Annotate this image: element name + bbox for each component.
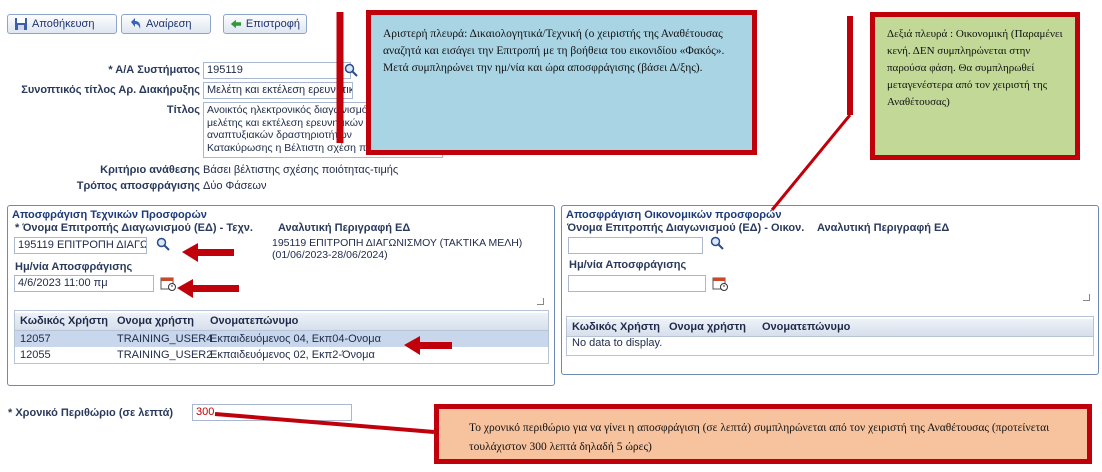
award-criterion-value: Βάσει βέλτιστης σχέσης ποιότητας-τιμής xyxy=(203,164,399,176)
fin-committee-input[interactable] xyxy=(568,237,703,254)
award-criterion-label: Κριτήριο ανάθεσης xyxy=(100,164,200,176)
search-icon[interactable] xyxy=(710,236,724,250)
column-header[interactable]: Ονομα χρήστη xyxy=(117,315,194,327)
tech-date-label: Ημ/νία Αποσφράγισης xyxy=(15,261,133,273)
calendar-icon[interactable] xyxy=(712,275,728,291)
column-header[interactable]: Κωδικός Χρήστη xyxy=(572,321,660,333)
short-title-label: Συνοπτικός τίτλος Αρ. Διακήρυξης xyxy=(21,84,200,96)
full-name-cell: Εκπαιδευόμενος 02, Εκπ2-Όνομα xyxy=(210,349,375,361)
right-side-callout: Δεξιά πλευρά : Οικονομική (Παραμένει κεν… xyxy=(870,12,1080,160)
back-arrow-icon xyxy=(230,19,242,29)
system-id-input[interactable]: 195119 xyxy=(203,62,351,79)
fin-members-table: Κωδικός Χρήστη Ονομα χρήστη Ονοματεπώνυμ… xyxy=(566,316,1094,356)
save-button-label: Αποθήκευση xyxy=(32,18,95,30)
table-row[interactable]: 12055 TRAINING_USER2 Εκπαιδευόμενος 02, … xyxy=(15,347,548,363)
pointer-arrow xyxy=(177,279,239,298)
table-header: Κωδικός Χρήστη Ονομα χρήστη Ονοματεπώνυμ… xyxy=(567,319,1093,337)
back-button-label: Επιστροφή xyxy=(245,18,300,30)
column-header[interactable]: Κωδικός Χρήστη xyxy=(20,315,108,327)
user-code-cell: 12055 xyxy=(20,349,51,361)
time-margin-label: * Χρονικό Περιθώριο (σε λεπτά) xyxy=(8,407,174,419)
tech-desc-label: Αναλυτική Περιγραφή ΕΔ xyxy=(278,222,411,234)
tech-members-table: Κωδικός Χρήστη Ονομα χρήστη Ονοματεπώνυμ… xyxy=(14,310,549,364)
undo-button-label: Αναίρεση xyxy=(146,18,192,30)
bottom-callout: Το χρονικό περιθώριο για να γίνει η αποσ… xyxy=(434,404,1092,464)
connector-line xyxy=(770,114,852,211)
pointer-arrow xyxy=(182,243,234,262)
tech-date-input[interactable]: 4/6/2023 11:00 πμ xyxy=(14,275,154,292)
technical-unsealing-panel: Αποσφράγιση Τεχνικών Προσφορών * Όνομα Ε… xyxy=(7,205,555,386)
left-side-callout: Αριστερή πλευρά: Δικαιολογητικά/Τεχνική … xyxy=(366,10,757,155)
save-button[interactable]: Αποθήκευση xyxy=(7,14,117,34)
calendar-icon[interactable] xyxy=(160,275,176,291)
undo-button[interactable]: Αναίρεση xyxy=(121,14,211,34)
time-margin-input[interactable]: 300 xyxy=(192,404,352,421)
panel-title: Αποσφράγιση Οικονομικών προσφορών xyxy=(566,209,782,221)
fin-desc-label: Αναλυτική Περιγραφή ΕΔ xyxy=(817,222,950,234)
resize-handle[interactable] xyxy=(1083,294,1090,301)
floppy-disk-icon xyxy=(15,18,27,30)
panel-title: Αποσφράγιση Τεχνικών Προσφορών xyxy=(12,209,207,221)
fin-date-input[interactable] xyxy=(568,275,706,292)
column-header[interactable]: Ονομα χρήστη xyxy=(669,321,746,333)
fin-committee-label: Όνομα Επιτροπής Διαγωνισμού (ΕΔ) - Οικον… xyxy=(567,222,805,234)
table-row[interactable]: 12057 TRAINING_USER4 Εκπαιδευόμενος 04, … xyxy=(15,331,548,347)
tech-desc-line: 195119 ΕΠΙΤΡΟΠΗ ΔΙΑΓΩΝΙΣΜΟΥ (ΤΑΚΤΙΚΑ ΜΕΛ… xyxy=(272,237,523,249)
system-id-label: * Α/Α Συστήματος xyxy=(108,64,200,76)
pointer-arrow xyxy=(404,336,452,355)
unsealing-method-value: Δύο Φάσεων xyxy=(203,180,267,192)
user-code-cell: 12057 xyxy=(20,333,51,345)
back-button[interactable]: Επιστροφή xyxy=(223,14,307,34)
title-label: Τίτλος xyxy=(166,104,200,116)
table-header: Κωδικός Χρήστη Ονομα χρήστη Ονοματεπώνυμ… xyxy=(15,313,548,331)
tech-desc-line: (01/06/2023-28/06/2024) xyxy=(272,249,388,261)
short-title-input[interactable]: Μελέτη και εκτέλεση ερευνητικών xyxy=(203,82,353,99)
resize-handle[interactable] xyxy=(537,298,544,305)
username-cell: TRAINING_USER4 xyxy=(117,333,213,345)
fin-date-label: Ημ/νία Αποσφράγισης xyxy=(569,259,687,271)
tech-committee-input[interactable]: 195119 ΕΠΙΤΡΟΠΗ ΔΙΑΓΩΝ xyxy=(14,237,147,254)
financial-unsealing-panel: Αποσφράγιση Οικονομικών προσφορών Όνομα … xyxy=(561,205,1099,375)
undo-icon xyxy=(131,18,141,29)
username-cell: TRAINING_USER2 xyxy=(117,349,213,361)
column-header[interactable]: Ονοματεπώνυμο xyxy=(762,321,850,333)
tech-committee-label: * Όνομα Επιτροπής Διαγωνισμού (ΕΔ) - Τεχ… xyxy=(15,222,253,234)
search-icon[interactable] xyxy=(344,63,358,77)
full-name-cell: Εκπαιδευόμενος 04, Εκπ04-Ονομα xyxy=(210,333,381,345)
unsealing-method-label: Τρόπος αποσφράγισης xyxy=(76,180,200,192)
column-header[interactable]: Ονοματεπώνυμο xyxy=(210,315,298,327)
empty-table-message: No data to display. xyxy=(572,337,663,349)
search-icon[interactable] xyxy=(156,237,170,251)
